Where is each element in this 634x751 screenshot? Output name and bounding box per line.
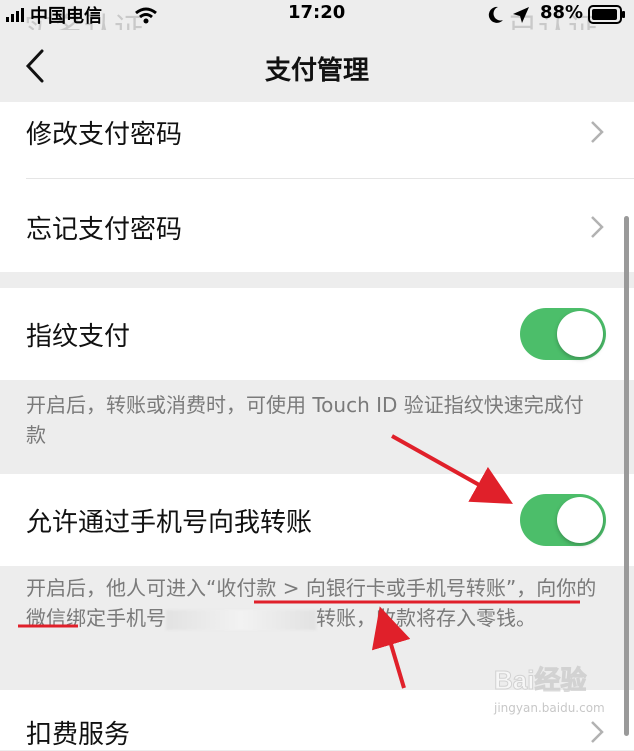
watermark-url: jingyan.baidu.com	[494, 701, 605, 715]
annotation-arrow-to-toggle	[391, 434, 513, 504]
watermark-logo: Bai经验	[494, 665, 587, 696]
annotation-overlay	[18, 434, 580, 689]
baidu-watermark: Bai经验 jingyan.baidu.com	[494, 660, 630, 732]
annotation-arrow-to-number	[371, 606, 411, 689]
